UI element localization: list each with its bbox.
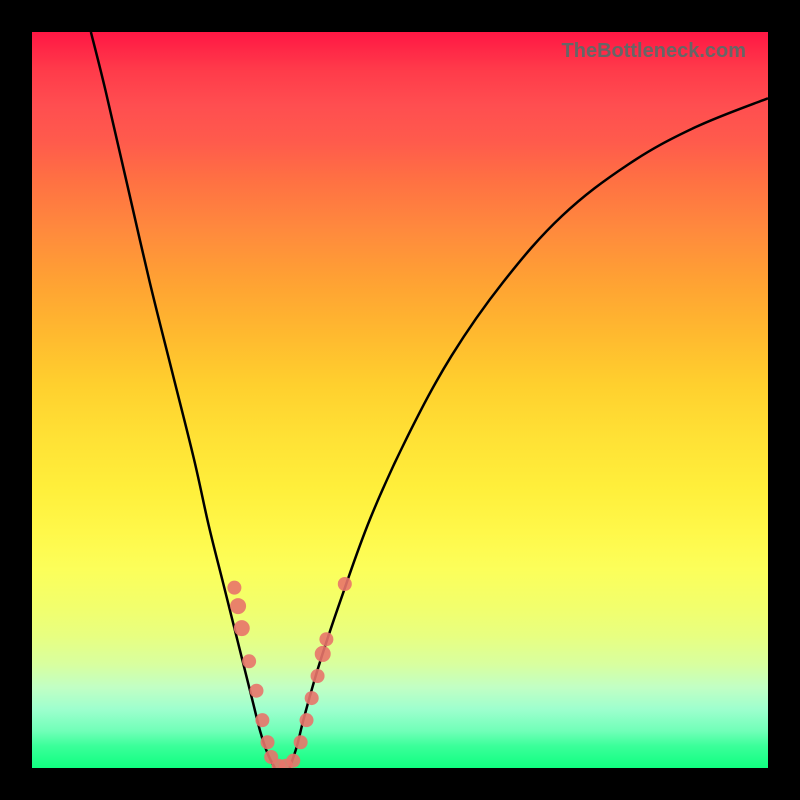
data-marker — [305, 691, 319, 705]
data-marker — [315, 646, 331, 662]
data-marker — [242, 654, 256, 668]
data-marker — [264, 750, 278, 764]
data-marker — [272, 759, 286, 768]
data-marker — [294, 735, 308, 749]
watermark-text: TheBottleneck.com — [562, 40, 746, 63]
data-marker — [338, 577, 352, 591]
data-marker — [249, 684, 263, 698]
data-marker — [311, 669, 325, 683]
data-marker — [227, 581, 241, 595]
data-marker — [300, 713, 314, 727]
data-marker — [234, 620, 250, 636]
data-marker — [255, 713, 269, 727]
chart-gradient-area: TheBottleneck.com — [32, 32, 768, 768]
chart-container: TheBottleneck.com — [0, 0, 800, 800]
chart-svg — [32, 32, 768, 768]
data-marker — [319, 632, 333, 646]
markers-group — [227, 577, 351, 768]
data-marker — [230, 598, 246, 614]
bottleneck-right-curve — [290, 98, 768, 768]
data-marker — [261, 735, 275, 749]
bottleneck-left-curve — [91, 32, 275, 768]
data-marker — [279, 759, 293, 768]
data-marker — [286, 754, 300, 768]
